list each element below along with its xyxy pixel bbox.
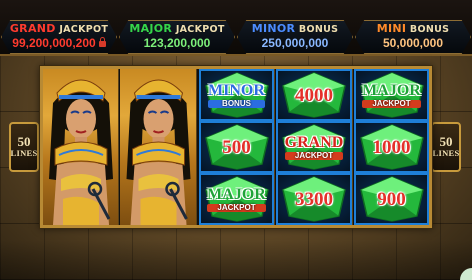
reel-4: 4000 GRAND JACKPOT 3300 <box>276 69 353 225</box>
mini-bonus-panel: MINI BONUS 50,000,000 <box>355 20 471 54</box>
symbol-sub-text: JACKPOT <box>207 203 266 212</box>
gem-cell: MINOR BONUS <box>199 69 274 121</box>
gem-cell: 4000 <box>276 69 352 121</box>
grand-jackpot-value: 99,200,000,200 <box>12 36 96 50</box>
symbol-main-text: 3300 <box>295 188 333 210</box>
grand-jackpot-title: GRAND <box>9 22 56 35</box>
mini-bonus-subtitle: BONUS <box>409 24 450 35</box>
cleopatra-icon <box>126 79 191 225</box>
cleopatra-symbol <box>43 69 118 225</box>
major-jackpot-subtitle: JACKPOT <box>175 24 225 35</box>
major-jackpot-panel: MAJOR JACKPOT 123,200,000 <box>119 20 235 54</box>
symbol-sub-text: JACKPOT <box>362 99 421 108</box>
mini-bonus-title: MINI <box>376 22 407 35</box>
lines-count: 50 <box>17 134 31 150</box>
major-jackpot-value: 123,200,000 <box>143 36 211 50</box>
grand-jackpot-subtitle: JACKPOT <box>59 24 109 35</box>
mini-bonus-value: 50,000,000 <box>382 36 444 50</box>
lines-count: 50 <box>439 134 453 150</box>
symbol-sub-text: BONUS <box>208 99 265 108</box>
minor-bonus-title: MINOR <box>251 22 296 35</box>
symbol-main-text: MAJOR <box>207 185 266 203</box>
gem-cell: 3300 <box>276 173 352 225</box>
reel-2 <box>120 69 197 225</box>
reel-5: MAJOR JACKPOT 1000 900 <box>354 69 429 225</box>
minor-bonus-value: 250,000,000 <box>261 36 329 50</box>
symbol-main-text: 4000 <box>295 84 333 106</box>
bottom-strip <box>0 240 472 280</box>
lines-badge-left: 50 LINES <box>9 122 39 172</box>
gem-cell: 900 <box>354 173 429 225</box>
lines-label: LINES <box>10 148 38 159</box>
symbol-sub-text: JACKPOT <box>284 151 344 160</box>
symbol-main-text: MAJOR <box>362 81 421 99</box>
cleopatra-icon <box>49 79 113 225</box>
lines-badge-right: 50 LINES <box>431 122 461 172</box>
symbol-main-text: 500 <box>222 136 251 158</box>
reel-frame: MINOR BONUS 500 MAJOR JACKPOT 4000 GRAND… <box>40 66 432 228</box>
symbol-main-text: GRAND <box>284 133 344 151</box>
lock-icon <box>98 37 106 47</box>
reel-1 <box>43 69 119 225</box>
grand-jackpot-panel: GRAND JACKPOT 99,200,000,200 <box>1 20 117 54</box>
symbol-main-text: MINOR <box>208 81 265 99</box>
reel-3: MINOR BONUS 500 MAJOR JACKPOT <box>199 69 275 225</box>
cleopatra-symbol <box>120 69 196 225</box>
gem-cell: 500 <box>199 121 274 173</box>
symbol-main-text: 1000 <box>372 136 411 158</box>
minor-bonus-panel: MINOR BONUS 250,000,000 <box>237 20 353 54</box>
jackpot-bar: GRAND JACKPOT 99,200,000,200 MAJOR JACKP… <box>0 0 472 56</box>
minor-bonus-subtitle: BONUS <box>298 24 339 35</box>
symbol-main-text: 900 <box>377 188 406 210</box>
major-jackpot-title: MAJOR <box>129 22 173 35</box>
gem-cell: GRAND JACKPOT <box>276 121 352 173</box>
gem-cell: MAJOR JACKPOT <box>199 173 274 225</box>
gem-cell: 1000 <box>354 121 429 173</box>
gem-cell: MAJOR JACKPOT <box>354 69 429 121</box>
lines-label: LINES <box>432 148 460 159</box>
